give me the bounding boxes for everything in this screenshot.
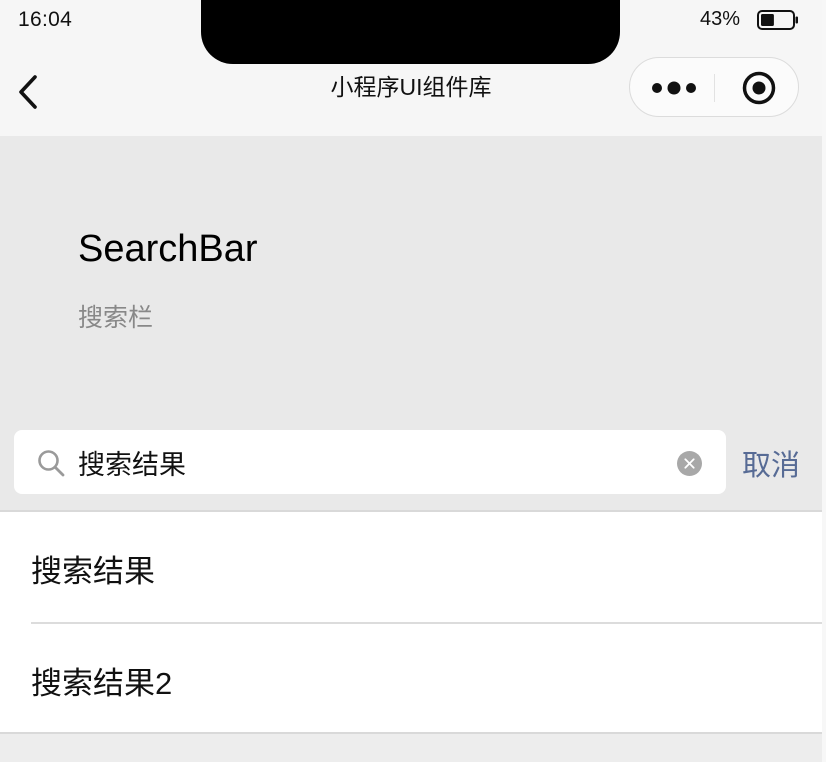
page-description: 搜索栏 [78,304,154,332]
capsule-divider [714,74,715,102]
target-close-icon [742,71,776,105]
page-title: SearchBar [78,228,258,270]
status-bar: 16:04 43% [0,0,822,64]
battery-icon [757,10,798,30]
clear-icon[interactable] [677,451,702,476]
cancel-button[interactable]: 取消 [742,442,800,484]
camera-notch [201,0,620,64]
result-label: 搜索结果2 [31,666,173,701]
search-bar: 取消 [0,426,822,510]
result-label: 搜索结果 [31,554,155,589]
app-frame: 16:04 43% 小程序UI组件库 SearchBar 搜索栏 搜索结果 取消… [0,0,822,762]
page-header: SearchBar 搜索栏 [0,136,822,426]
status-time: 16:04 [18,8,73,31]
list-divider-bottom [0,732,822,734]
list-item[interactable]: 搜索结果2 [0,624,822,734]
close-button[interactable] [726,66,792,110]
battery-percent: 43% [700,8,741,30]
menu-capsule [629,57,799,117]
more-dots-icon [652,81,696,95]
more-button[interactable] [644,68,704,108]
window-edge [822,0,826,762]
search-box[interactable] [14,430,726,494]
search-input[interactable] [78,440,658,484]
list-item[interactable]: 搜索结果 [0,512,822,624]
search-icon [38,450,65,477]
search-results-list: 搜索结果 搜索结果2 [0,512,822,732]
